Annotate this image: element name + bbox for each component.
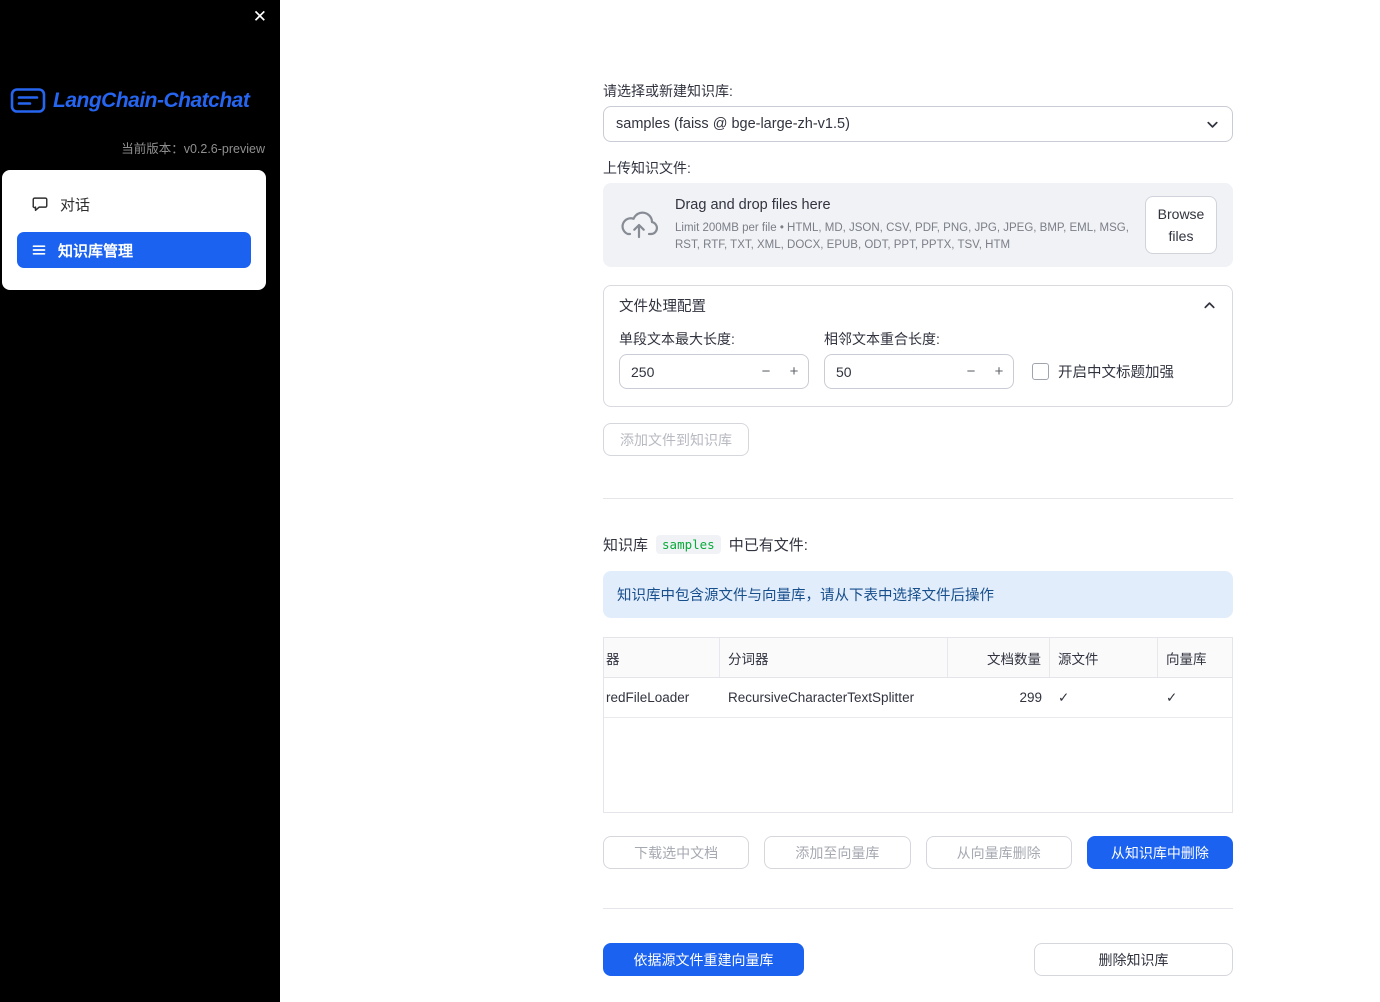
overlap-stepper: − + bbox=[824, 354, 1014, 389]
existing-files-prefix: 知识库 bbox=[603, 537, 649, 554]
file-dropzone[interactable]: Drag and drop files here Limit 200MB per… bbox=[603, 183, 1233, 267]
sidebar-menu: 对话 知识库管理 bbox=[2, 170, 266, 290]
zh-title-checkbox-row[interactable]: 开启中文标题加强 bbox=[1032, 354, 1174, 389]
kb-actions-row: 依据源文件重建向量库 删除知识库 bbox=[603, 943, 1233, 976]
plus-icon[interactable]: + bbox=[985, 355, 1013, 388]
cloud-upload-icon bbox=[619, 209, 659, 241]
column-header-doc-count[interactable]: 文档数量 bbox=[948, 638, 1050, 677]
menu-label: 对话 bbox=[60, 196, 91, 214]
kb-select[interactable]: samples (faiss @ bge-large-zh-v1.5) bbox=[603, 106, 1233, 142]
cell-splitter: RecursiveCharacterTextSplitter bbox=[728, 690, 915, 705]
file-config-expander: 文件处理配置 单段文本最大长度: − + 相邻文本重合长度: bbox=[603, 285, 1233, 407]
cell-source-file-check: ✓ bbox=[1058, 689, 1070, 705]
overlap-field: 相邻文本重合长度: − + bbox=[824, 329, 1014, 389]
chevron-up-icon bbox=[1202, 298, 1217, 313]
dropzone-texts: Drag and drop files here Limit 200MB per… bbox=[675, 197, 1145, 252]
dropzone-limit: Limit 200MB per file • HTML, MD, JSON, C… bbox=[675, 222, 1129, 251]
sidebar: ✕ LangChain-Chatchat 当前版本：v0.2.6-preview… bbox=[0, 0, 280, 1002]
delete-from-vector-store-button[interactable]: 从向量库删除 bbox=[925, 836, 1072, 869]
column-header-loader[interactable]: 器 bbox=[604, 638, 720, 677]
list-icon bbox=[31, 242, 47, 258]
add-to-vector-store-button[interactable]: 添加至向量库 bbox=[764, 836, 911, 869]
delete-kb-button[interactable]: 删除知识库 bbox=[1034, 943, 1233, 976]
overlap-label: 相邻文本重合长度: bbox=[824, 331, 940, 347]
kb-select-value: samples (faiss @ bge-large-zh-v1.5) bbox=[616, 116, 850, 132]
cell-loader: redFileLoader bbox=[606, 690, 690, 705]
divider bbox=[603, 498, 1233, 499]
expander-title: 文件处理配置 bbox=[619, 298, 706, 315]
divider bbox=[603, 908, 1233, 909]
files-table: 器 分词器 文档数量 源文件 向量库 redFileLoader Recursi… bbox=[603, 637, 1233, 813]
menu-label: 知识库管理 bbox=[58, 242, 134, 260]
kb-name-code: samples bbox=[656, 535, 721, 554]
close-icon[interactable]: ✕ bbox=[253, 6, 267, 28]
column-header-source-file[interactable]: 源文件 bbox=[1050, 638, 1158, 677]
info-banner: 知识库中包含源文件与向量库，请从下表中选择文件后操作 bbox=[603, 571, 1233, 618]
logo-icon bbox=[10, 86, 46, 116]
overlap-input[interactable] bbox=[825, 363, 957, 380]
main-content: 请选择或新建知识库: samples (faiss @ bge-large-zh… bbox=[603, 0, 1233, 976]
file-actions-row: 下载选中文档 添加至向量库 从向量库删除 从知识库中删除 bbox=[603, 836, 1233, 869]
table-empty-area bbox=[604, 718, 1232, 812]
zh-title-label: 开启中文标题加强 bbox=[1058, 365, 1174, 381]
app-logo: LangChain-Chatchat bbox=[10, 86, 250, 116]
zh-title-field: 开启中文标题加强 bbox=[1032, 329, 1217, 389]
minus-icon[interactable]: − bbox=[752, 355, 780, 388]
delete-from-kb-button[interactable]: 从知识库中删除 bbox=[1086, 836, 1233, 869]
plus-icon[interactable]: + bbox=[780, 355, 808, 388]
add-files-to-kb-button[interactable]: 添加文件到知识库 bbox=[603, 423, 749, 456]
browse-files-button[interactable]: Browse files bbox=[1145, 195, 1217, 255]
download-selected-button[interactable]: 下载选中文档 bbox=[603, 836, 750, 869]
dropzone-title: Drag and drop files here bbox=[675, 197, 831, 214]
chat-bubble-icon bbox=[31, 195, 49, 213]
table-row[interactable]: redFileLoader RecursiveCharacterTextSpli… bbox=[604, 678, 1232, 718]
kb-select-label: 请选择或新建知识库: bbox=[603, 83, 733, 99]
table-header-row: 器 分词器 文档数量 源文件 向量库 bbox=[604, 638, 1232, 678]
rebuild-vector-store-button[interactable]: 依据源文件重建向量库 bbox=[603, 943, 804, 976]
sidebar-item-dialogue[interactable]: 对话 bbox=[17, 186, 251, 222]
sidebar-item-knowledge-base[interactable]: 知识库管理 bbox=[17, 232, 251, 268]
existing-files-line: 知识库 samples 中已有文件: bbox=[603, 534, 1233, 555]
minus-icon[interactable]: − bbox=[957, 355, 985, 388]
upload-label: 上传知识文件: bbox=[603, 160, 691, 176]
max-length-input[interactable] bbox=[620, 363, 752, 380]
column-header-splitter[interactable]: 分词器 bbox=[720, 638, 948, 677]
column-header-vector-store[interactable]: 向量库 bbox=[1158, 638, 1232, 677]
version-label: 当前版本：v0.2.6-preview bbox=[121, 142, 265, 156]
max-length-label: 单段文本最大长度: bbox=[619, 331, 735, 347]
expander-header[interactable]: 文件处理配置 bbox=[604, 286, 1232, 324]
expander-body: 单段文本最大长度: − + 相邻文本重合长度: − + 开启中文标题加强 bbox=[604, 324, 1232, 406]
cell-doc-count: 299 bbox=[1019, 690, 1042, 705]
max-length-field: 单段文本最大长度: − + bbox=[619, 329, 809, 389]
existing-files-suffix: 中已有文件: bbox=[728, 537, 808, 554]
checkbox-unchecked[interactable] bbox=[1032, 363, 1049, 380]
cell-vector-store-check: ✓ bbox=[1166, 689, 1178, 705]
max-length-stepper: − + bbox=[619, 354, 809, 389]
logo-text: LangChain-Chatchat bbox=[53, 89, 250, 112]
chevron-down-icon bbox=[1205, 117, 1220, 132]
